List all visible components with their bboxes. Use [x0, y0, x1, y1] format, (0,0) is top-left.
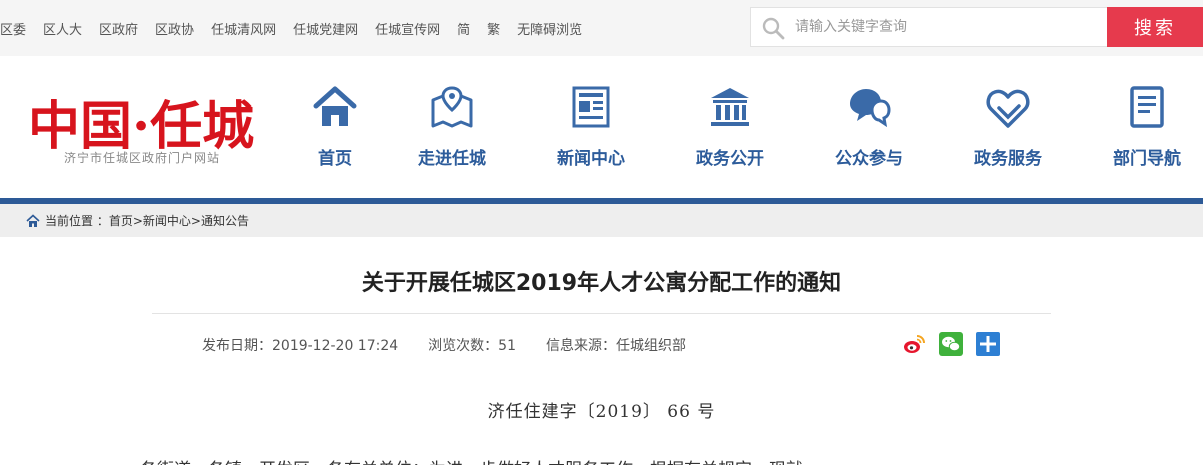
newspaper-icon [572, 86, 610, 128]
title-divider [152, 313, 1051, 314]
breadcrumb-home[interactable]: 首页> [109, 212, 143, 229]
search-box [750, 7, 1107, 47]
weibo-icon[interactable] [902, 332, 926, 356]
document-number: 济任住建字〔2019〕 66 号 [487, 402, 716, 422]
nav-government-affairs-label: 政务公开 [696, 149, 764, 169]
plus-share-icon[interactable] [976, 332, 1000, 356]
top-link-district-government[interactable]: 区政府 [99, 19, 138, 38]
map-pin-icon [431, 86, 473, 128]
nav-home[interactable]: 首页 [285, 84, 385, 174]
nav-department-navigation[interactable]: 部门导航 [1097, 84, 1197, 174]
government-building-icon [711, 88, 749, 126]
top-link-qingfeng[interactable]: 任城清风网 [211, 19, 276, 38]
search-button[interactable]: 搜索 [1107, 7, 1203, 47]
nav-government-services-label: 政务服务 [974, 149, 1042, 169]
top-link-publicity[interactable]: 任城宣传网 [375, 19, 440, 38]
nav-department-navigation-label: 部门导航 [1113, 149, 1181, 169]
chat-bubbles-icon [850, 89, 891, 128]
breadcrumb-label: 当前位置 ： [45, 214, 109, 228]
breadcrumb-bar: 当前位置 ： 首页> 新闻中心> 通知公告 [0, 204, 1203, 237]
top-link-accessibility[interactable]: 无障碍浏览 [517, 19, 582, 38]
search-icon [762, 17, 785, 40]
top-link-traditional[interactable]: 繁 [487, 19, 500, 38]
nav-public-participation[interactable]: 公众参与 [819, 84, 919, 174]
top-bar: 区委 区人大 区政府 区政协 任城清风网 任城党建网 任城宣传网 简 繁 无障碍… [0, 0, 1203, 56]
nav-news-center[interactable]: 新闻中心 [541, 84, 641, 174]
home-icon [313, 86, 357, 126]
top-link-district-committee[interactable]: 区委 [0, 19, 26, 38]
info-source: 信息来源：任城组织部 [546, 338, 686, 354]
article-body-line: 各街道、各镇、开发区、各有关单位：为进一步做好人才服务工作，根据有关规定，现就 [140, 455, 1070, 465]
top-link-cppcc[interactable]: 区政协 [155, 19, 194, 38]
search-input[interactable] [795, 8, 1095, 46]
article-meta: 发布日期：2019-12-20 17:24 浏览次数：51 信息来源：任城组织部 [202, 335, 716, 355]
nav-about-rencheng[interactable]: 走进任城 [402, 84, 502, 174]
breadcrumb: 当前位置 ： 首页> 新闻中心> 通知公告 [26, 204, 249, 237]
site-header: 中国·任城 济宁市任城区政府门户网站 首页 走进任城 新闻中心 政务公开 公众参… [0, 56, 1203, 198]
nav-news-label: 新闻中心 [557, 149, 625, 169]
publish-date: 发布日期：2019-12-20 17:24 [202, 338, 399, 354]
nav-government-affairs[interactable]: 政务公开 [680, 84, 780, 174]
nav-government-services[interactable]: 政务服务 [958, 84, 1058, 174]
document-list-icon [1130, 86, 1164, 128]
view-count: 浏览次数：51 [428, 338, 516, 354]
nav-about-label: 走进任城 [418, 149, 486, 169]
wechat-icon[interactable] [939, 332, 963, 356]
top-link-party-building[interactable]: 任城党建网 [293, 19, 358, 38]
svg-text:中国·任城: 中国·任城 [28, 96, 254, 157]
nav-home-label: 首页 [318, 149, 352, 169]
heart-tag-icon [986, 89, 1030, 128]
logo-subtitle: 济宁市任城区政府门户网站 [64, 151, 221, 165]
article-title: 关于开展任城区2019年人才公寓分配工作的通知 [361, 271, 842, 296]
top-link-people-congress[interactable]: 区人大 [43, 19, 82, 38]
top-links: 区委 区人大 区政府 区政协 任城清风网 任城党建网 任城宣传网 简 繁 无障碍… [0, 0, 599, 56]
home-small-icon [26, 213, 40, 227]
breadcrumb-news-center[interactable]: 新闻中心> [143, 212, 201, 229]
breadcrumb-notices[interactable]: 通知公告 [201, 212, 249, 229]
top-link-simplified[interactable]: 简 [457, 19, 470, 38]
nav-public-participation-label: 公众参与 [835, 149, 903, 169]
